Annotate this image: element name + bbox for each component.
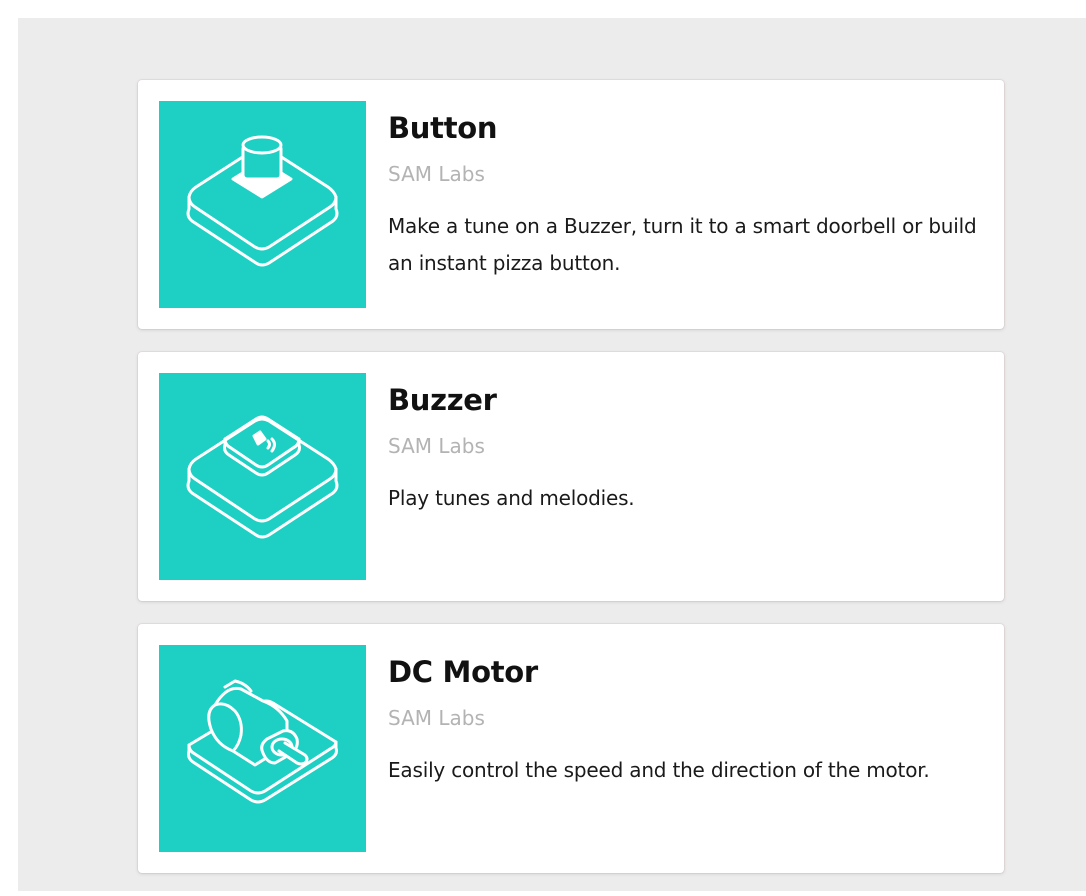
block-description: Play tunes and melodies.	[388, 486, 635, 510]
buzzer-block-icon	[186, 415, 339, 539]
block-vendor: SAM Labs	[388, 706, 485, 730]
block-card-button[interactable]: Button SAM Labs Make a tune on a Buzzer,…	[138, 80, 1004, 329]
button-block-icon	[186, 135, 339, 267]
block-info: Button SAM Labs Make a tune on a Buzzer,…	[388, 108, 984, 282]
block-card-buzzer[interactable]: Buzzer SAM Labs Play tunes and melodies.	[138, 352, 1004, 601]
block-info: DC Motor SAM Labs Easily control the spe…	[388, 652, 984, 789]
block-list: Button SAM Labs Make a tune on a Buzzer,…	[138, 80, 1004, 896]
block-thumbnail	[159, 373, 366, 580]
block-title: Button	[388, 111, 498, 145]
block-vendor: SAM Labs	[388, 434, 485, 458]
block-info: Buzzer SAM Labs Play tunes and melodies.	[388, 380, 984, 517]
block-card-dc-motor[interactable]: DC Motor SAM Labs Easily control the spe…	[138, 624, 1004, 873]
block-thumbnail	[159, 645, 366, 852]
dc-motor-block-icon	[187, 679, 338, 804]
block-description: Make a tune on a Buzzer, turn it to a sm…	[388, 214, 977, 275]
block-title: DC Motor	[388, 655, 538, 689]
block-list-page: Button SAM Labs Make a tune on a Buzzer,…	[18, 18, 1086, 891]
block-thumbnail	[159, 101, 366, 308]
block-title: Buzzer	[388, 383, 497, 417]
block-description: Easily control the speed and the directi…	[388, 758, 930, 782]
block-vendor: SAM Labs	[388, 162, 485, 186]
